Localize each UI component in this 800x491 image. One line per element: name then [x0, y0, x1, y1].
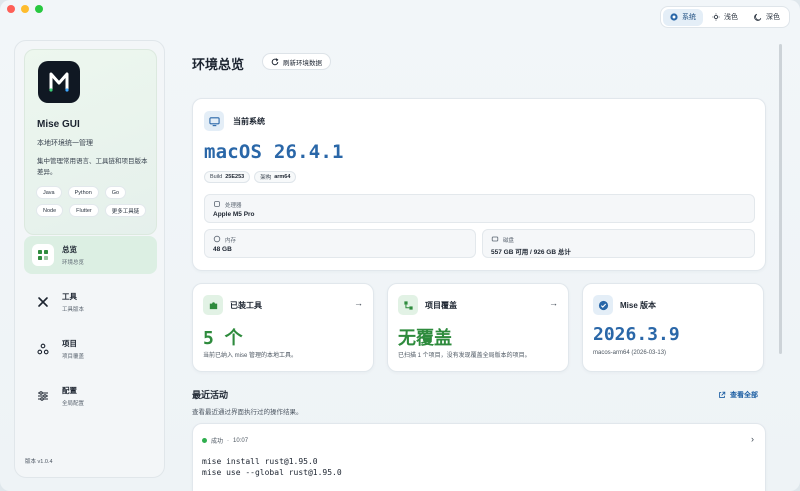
app-window: 系统 浅色 深色 Mise GUI 本地环境统一管理 集中管理常用语言、工具链和… — [0, 0, 800, 491]
dashboard-icon — [32, 244, 54, 266]
stat-label: Mise 版本 — [620, 300, 657, 310]
theme-light-button[interactable]: 浅色 — [705, 9, 745, 26]
sidebar-item-projects[interactable]: 项目 项目覆盖 — [24, 330, 157, 368]
arrow-right-icon: → — [549, 298, 558, 308]
chip-node: Node — [36, 204, 64, 217]
activity-command: mise use --global rust@1.95.0 — [202, 468, 342, 477]
sidebar-item-label: 总览 — [62, 245, 77, 254]
activity-item[interactable]: 成功 · 10:07 › mise install rust@1.95.0 mi… — [192, 423, 766, 491]
stat-value: 无覆盖 — [398, 328, 452, 349]
theme-dark-button[interactable]: 深色 — [747, 9, 787, 26]
activity-command: mise install rust@1.95.0 — [202, 457, 318, 466]
system-tags: Build 25E253 架构 arm64 — [204, 171, 297, 183]
project-icon — [32, 338, 54, 360]
disk-info: 磁盘 557 GB 可用 / 926 GB 总计 — [482, 229, 755, 258]
main-content: 环境总览 刷新环境数据 当前系统 macOS 26.4.1 Build 25E25… — [191, 40, 771, 491]
project-coverage-card[interactable]: 项目覆盖 → 无覆盖 已扫描 1 个项目，没有发现覆盖全局版本的项目。 — [387, 283, 569, 372]
stat-description: 已扫描 1 个项目，没有发现覆盖全局版本的项目。 — [398, 353, 531, 359]
stat-description: macos-arm64 (2026-03-13) — [593, 350, 667, 356]
sidebar: Mise GUI 本地环境统一管理 集中管理常用语言、工具链和项目版本差异。 J… — [14, 40, 165, 478]
theme-system-button[interactable]: 系统 — [663, 8, 703, 26]
page-title: 环境总览 — [192, 57, 245, 72]
refresh-button[interactable]: 刷新环境数据 — [262, 53, 331, 70]
theme-light-label: 浅色 — [724, 14, 738, 21]
chip-go: Go — [104, 186, 127, 199]
sun-icon — [712, 13, 720, 21]
sidebar-item-tools[interactable]: 工具 工具版本 — [24, 283, 157, 321]
theme-dark-label: 深色 — [766, 14, 780, 21]
success-dot-icon — [202, 438, 207, 443]
sidebar-item-label: 工具 — [62, 292, 77, 301]
arrow-right-icon: → — [354, 298, 363, 308]
activity-title: 最近活动 — [192, 390, 229, 400]
chip-python: Python — [67, 186, 99, 199]
sidebar-item-label: 项目 — [62, 339, 77, 348]
refresh-label: 刷新环境数据 — [283, 59, 322, 67]
refresh-icon — [271, 57, 279, 65]
branch-icon — [398, 295, 418, 315]
window-controls — [7, 5, 43, 13]
chip-flutter: Flutter — [69, 204, 99, 217]
activity-status: 成功 · 10:07 — [202, 436, 248, 445]
settings-icon — [32, 385, 54, 407]
brand-card: Mise GUI 本地环境统一管理 集中管理常用语言、工具链和项目版本差异。 J… — [24, 49, 157, 235]
sidebar-item-overview[interactable]: 总览 环境总览 — [24, 236, 157, 274]
system-icon — [670, 13, 678, 21]
app-version: 版本 v1.0.4 — [25, 459, 53, 465]
cpu-icon — [214, 201, 220, 207]
stat-label: 项目覆盖 — [425, 300, 457, 310]
sidebar-item-sublabel: 环境总览 — [62, 260, 85, 266]
memory-value: 48 GB — [213, 246, 232, 253]
view-all-link[interactable]: 查看全部 — [718, 390, 758, 400]
moon-icon — [754, 13, 762, 21]
sidebar-nav: 总览环境总览 工具工具版本 项目项目覆盖 配置全局配置 — [24, 236, 157, 424]
build-tag: Build 25E253 — [204, 171, 251, 183]
memory-info: 内存 48 GB — [204, 229, 476, 258]
sidebar-item-sublabel: 全局配置 — [62, 401, 85, 407]
sidebar-item-sublabel: 项目覆盖 — [62, 354, 85, 360]
system-card: 当前系统 macOS 26.4.1 Build 25E253 架构 arm64 处理… — [192, 98, 766, 271]
app-name: Mise GUI — [37, 119, 80, 130]
chip-more: 更多工具链 — [104, 204, 147, 217]
verified-badge-icon — [593, 295, 613, 315]
sidebar-item-config[interactable]: 配置 全局配置 — [24, 377, 157, 415]
activity-time: 10:07 — [233, 437, 249, 444]
close-window-button[interactable] — [7, 5, 15, 13]
stat-value: 2026.3.9 — [593, 324, 680, 345]
puzzle-icon — [203, 295, 223, 315]
installed-tools-card[interactable]: 已装工具 → 5 个 当前已纳入 mise 管理的本地工具。 — [192, 283, 374, 372]
main-scrollbar[interactable] — [779, 44, 782, 354]
theme-system-label: 系统 — [682, 14, 696, 21]
mise-version-card: Mise 版本 2026.3.9 macos-arm64 (2026-03-13… — [582, 283, 764, 372]
monitor-icon — [204, 111, 224, 131]
theme-switcher: 系统 浅色 深色 — [660, 6, 790, 28]
activity-subtitle: 查看最近通过界面执行过的操作结果。 — [192, 409, 303, 416]
minimize-window-button[interactable] — [21, 5, 29, 13]
app-logo — [38, 61, 80, 103]
toolchain-chips: Java Python Go Node Flutter 更多工具链 — [36, 186, 154, 217]
disk-icon — [491, 236, 499, 242]
cpu-value: Apple M5 Pro — [213, 211, 255, 218]
zoom-window-button[interactable] — [35, 5, 43, 13]
external-link-icon — [719, 391, 726, 398]
system-card-title: 当前系统 — [233, 116, 265, 126]
mise-logo-icon — [49, 72, 69, 92]
tools-icon — [32, 291, 54, 313]
app-description: 集中管理常用语言、工具链和项目版本差异。 — [37, 158, 148, 176]
arch-tag: 架构 arm64 — [254, 171, 297, 183]
os-version: macOS 26.4.1 — [204, 141, 344, 163]
cpu-info: 处理器 Apple M5 Pro — [204, 194, 755, 223]
stat-value: 5 个 — [203, 328, 243, 349]
sidebar-item-sublabel: 工具版本 — [62, 307, 85, 313]
chevron-right-icon[interactable]: › — [751, 434, 754, 444]
disk-value: 557 GB 可用 / 926 GB 总计 — [491, 249, 571, 256]
stat-description: 当前已纳入 mise 管理的本地工具。 — [203, 353, 298, 359]
chip-java: Java — [36, 186, 62, 199]
stat-label: 已装工具 — [230, 300, 262, 310]
sidebar-item-label: 配置 — [62, 386, 77, 395]
memory-icon — [213, 235, 221, 243]
app-tagline: 本地环境统一管理 — [37, 140, 93, 147]
